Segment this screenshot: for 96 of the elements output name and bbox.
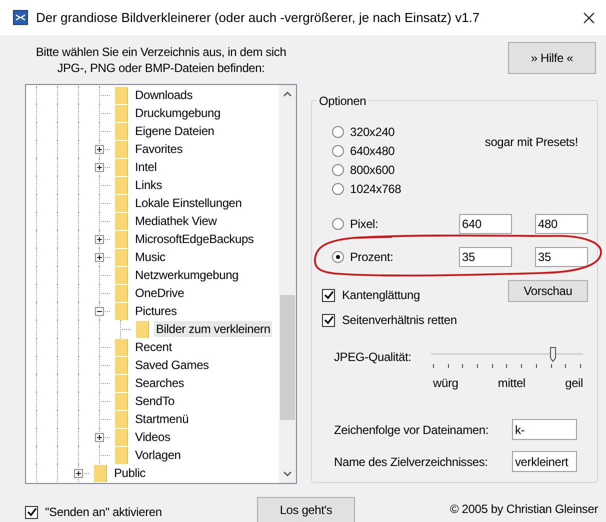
number-field[interactable]: 640 [459,214,512,234]
radio-button[interactable] [332,218,344,230]
radio-button[interactable] [332,183,344,195]
folder-icon [115,446,128,464]
help-button[interactable]: » Hilfe « [508,42,596,74]
start-button[interactable]: Los geht's [257,497,355,522]
tree-item[interactable]: Bilder zum verkleinern [154,321,272,337]
scale-label: geil [565,375,583,392]
close-icon[interactable] [583,12,595,24]
expand-icon[interactable] [95,145,104,154]
folder-icon [115,176,128,194]
radio-label: 1024x768 [350,181,402,198]
folder-icon [115,194,128,212]
tree-item[interactable]: Vorlagen [133,447,183,463]
radio-label: 640x480 [350,143,395,160]
folder-icon [115,104,128,122]
radio-button[interactable] [332,126,344,138]
folder-icon [136,320,149,338]
scroll-down-icon[interactable] [283,471,292,477]
scale-label: mittel [498,375,526,392]
field-label: Name des Zielverzeichnisses: [334,454,488,470]
folder-icon [115,410,128,428]
copyright-text: © 2005 by Christian Gleinser [450,501,598,518]
tree-item[interactable]: Favorites [133,141,185,157]
quality-label: JPEG-Qualität: [334,349,412,366]
checkbox[interactable] [322,314,335,326]
folder-icon [115,302,128,320]
tree-item[interactable]: Downloads [133,87,195,103]
folder-icon [115,374,128,392]
expand-icon[interactable] [95,163,104,172]
checkbox-label: Kantenglättung [342,287,420,304]
folder-icon [115,428,128,446]
tree-item[interactable]: Recent [133,339,174,355]
radio-label: Pixel: [350,216,378,233]
preview-button[interactable]: Vorschau [508,280,588,302]
instruction-text: Bitte wählen Sie ein Verzeichnis aus, in dem sich JPG-, PNG oder BMP-Dateien befinden: [34,44,288,76]
number-field[interactable]: 35 [459,247,512,267]
folder-icon [115,230,128,248]
tree-item[interactable]: OneDrive [133,285,186,301]
scroll-up-icon[interactable] [283,91,292,97]
checkbox[interactable] [25,506,38,518]
number-field[interactable]: 35 [535,247,588,267]
tree-item[interactable]: Eigene Dateien [133,123,216,139]
field-label: Zeichenfolge vor Dateinamen: [334,422,488,438]
tree-item[interactable]: Intel [133,159,159,175]
tree-item[interactable]: Netzwerkumgebung [133,267,241,283]
folder-icon [115,392,128,410]
tree-item[interactable]: Saved Games [133,357,211,373]
tree-item[interactable]: Startmenü [133,411,191,427]
tree-item[interactable]: Public [112,465,148,481]
folder-icon [115,248,128,266]
folder-icon [115,284,128,302]
scale-label: würg [433,375,458,392]
radio-button[interactable] [332,145,344,157]
expand-icon[interactable] [95,433,104,442]
quality-slider[interactable] [431,346,583,362]
number-field[interactable]: 480 [535,214,588,234]
tree-item[interactable]: Music [133,249,168,265]
slider-thumb[interactable] [550,347,556,362]
folder-icon [115,212,128,230]
tree-item[interactable]: Pictures [133,303,179,319]
tree-item[interactable]: Links [133,177,164,193]
radio-label: 800x600 [350,162,395,179]
folder-icon [94,464,107,482]
tree-item[interactable]: Druckumgebung [133,105,222,121]
tree-item[interactable]: Mediathek View [133,213,219,229]
tree-item[interactable]: Videos [133,429,172,445]
folder-icon [115,338,128,356]
checkbox-label: "Senden an" aktivieren [45,504,162,521]
folder-icon [115,122,128,140]
folder-icon [115,158,128,176]
folder-icon [115,266,128,284]
tree-item[interactable]: Searches [133,375,186,391]
collapse-icon[interactable] [95,307,104,316]
tree-item[interactable]: MicrosoftEdgeBackups [133,231,256,247]
window-title: Der grandiose Bildverkleinerer (oder auch -vergrößerer, je nach Einsatz) v1.7 [36,8,480,27]
folder-icon [115,140,128,158]
tree-item[interactable]: SendTo [133,393,176,409]
radio-label: Prozent: [350,249,394,266]
expand-icon[interactable] [74,469,83,478]
radio-button[interactable] [332,164,344,176]
expand-icon[interactable] [95,253,104,262]
tree-item[interactable]: Lokale Einstellungen [133,195,244,211]
text-field[interactable]: verkleinert [512,451,577,472]
radio-label: 320x240 [350,124,395,141]
text-field[interactable]: k- [512,419,577,440]
radio-button[interactable] [332,251,344,263]
app-icon [13,10,28,25]
folder-icon [115,86,128,104]
scroll-thumb[interactable] [280,295,295,420]
presets-note: sogar mit Presets! [484,134,578,151]
checkbox-label: Seitenverhältnis retten [342,312,457,329]
folder-icon [115,356,128,374]
expand-icon[interactable] [95,235,104,244]
scrollbar[interactable] [279,85,296,483]
checkbox[interactable] [322,288,335,302]
